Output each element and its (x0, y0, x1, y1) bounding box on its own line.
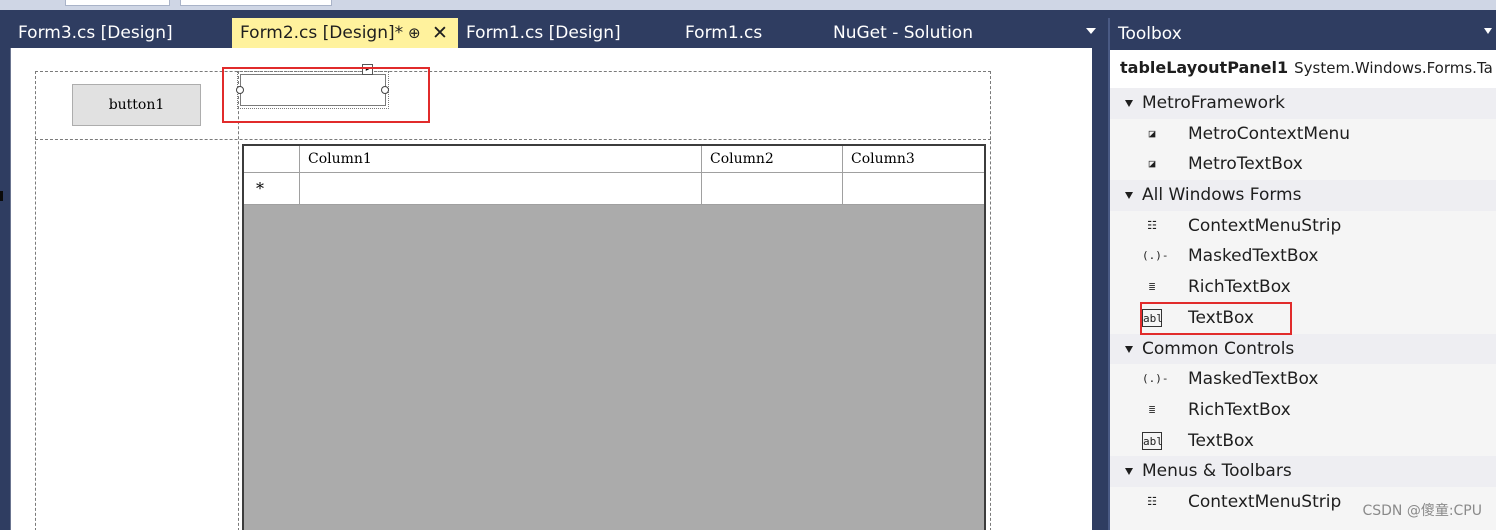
grid-column-header[interactable]: Column3 (843, 146, 984, 172)
textbox-icon: abl (1142, 431, 1163, 450)
toolbox-group[interactable]: Common Controls (1110, 333, 1496, 365)
toolbox-item[interactable]: ◪ MetroContextMenu (1110, 119, 1496, 150)
tab-nuget-solution[interactable]: NuGet - Solution (825, 18, 1005, 48)
toolbox-row-label: Common Controls (1142, 338, 1295, 359)
close-icon[interactable]: ✕ (432, 18, 448, 48)
toolbox-row-label: Menus & Toolbars (1142, 461, 1292, 482)
menu-strip-icon: ☷ (1147, 494, 1157, 508)
selected-control-name: tableLayoutPanel1 (1120, 58, 1289, 77)
toolbox-row-label: MaskedTextBox (1188, 246, 1319, 267)
toolbox-row-label: RichTextBox (1188, 277, 1291, 298)
toolbox-item[interactable]: ≣ RichTextBox (1110, 272, 1496, 303)
toolbar-strip (0, 0, 1496, 10)
toolbox-item[interactable]: (.)- MaskedTextBox (1110, 364, 1496, 395)
watermark: CSDN @傻童:CPU (1362, 503, 1482, 519)
grid-header-row: Column1 Column2 Column3 (244, 146, 984, 173)
toolbox-title: Toolbox (1110, 18, 1496, 50)
collapse-triangle-icon[interactable] (1125, 100, 1133, 107)
grid-column-header[interactable]: Column2 (702, 146, 843, 172)
tab-form1-design[interactable]: Form1.cs [Design] (458, 18, 670, 48)
toolbox-row-label: MaskedTextBox (1188, 369, 1319, 390)
context-menu-icon: ◪ (1148, 157, 1156, 171)
new-row-marker: * (244, 173, 300, 204)
table-layout-row-divider (35, 139, 991, 140)
tab-form1-code[interactable]: Form1.cs (677, 18, 817, 48)
grid-column-header[interactable]: Column1 (300, 146, 702, 172)
toolbox-row-label: RichTextBox (1188, 399, 1291, 420)
grid-cell[interactable] (702, 173, 843, 204)
collapse-triangle-icon[interactable] (1125, 192, 1133, 200)
textbox-toolbox-highlight-box (1140, 302, 1292, 335)
collapse-triangle-icon[interactable] (1125, 468, 1133, 476)
richtextbox-icon: ≣ (1148, 402, 1156, 416)
selected-control-type: System.Windows.Forms.Ta (1294, 59, 1493, 77)
document-tab-well: Form3.cs [Design] Form2.cs [Design]* ⊕ ✕… (0, 10, 1104, 48)
toolbar-combo[interactable] (180, 0, 332, 6)
toolbox-row-label: MetroTextBox (1188, 154, 1303, 175)
toolbox-group[interactable]: Menus & Toolbars (1110, 456, 1496, 487)
textbox-highlight-box (222, 67, 430, 123)
tab-form2-design[interactable]: Form2.cs [Design]* ⊕ ✕ (232, 18, 458, 48)
pin-icon[interactable]: ⊕ (408, 18, 421, 48)
grid-row-header-corner[interactable] (244, 146, 300, 172)
grid-cell[interactable] (300, 173, 702, 204)
selected-control-info: tableLayoutPanel1 System.Windows.Forms.Ta (1110, 50, 1496, 88)
toolbox-item[interactable]: ≣ RichTextBox (1110, 395, 1496, 426)
form-designer-surface[interactable]: button1 ▸ Column1 Column2 Column3 * (10, 48, 1092, 530)
toolbox-row-label: MetroContextMenu (1188, 123, 1351, 144)
tab-form3-design[interactable]: Form3.cs [Design] (10, 18, 232, 48)
masked-textbox-icon: (.)- (1142, 249, 1169, 263)
edge-marker (0, 191, 3, 201)
toolbar-combo[interactable] (65, 0, 170, 6)
tab-list-dropdown-icon[interactable] (1086, 28, 1096, 34)
toolbox-group[interactable]: All Windows Forms (1110, 180, 1496, 211)
toolbox-item[interactable]: ☷ ContextMenuStrip (1110, 211, 1496, 242)
toolbox-row-label: All Windows Forms (1142, 185, 1302, 206)
toolbox-row-label: ContextMenuStrip (1188, 491, 1342, 512)
grid-new-row[interactable]: * (244, 173, 984, 205)
toolbox-item[interactable]: abl TextBox (1110, 426, 1496, 457)
toolbox-options-icon[interactable] (1484, 28, 1492, 34)
grid-cell[interactable] (843, 173, 984, 204)
toolbox-group[interactable]: MetroFramework (1110, 88, 1496, 119)
richtextbox-icon: ≣ (1148, 280, 1156, 294)
context-menu-icon: ◪ (1148, 126, 1156, 140)
menu-strip-icon: ☷ (1147, 218, 1157, 232)
masked-textbox-icon: (.)- (1142, 372, 1169, 386)
collapse-triangle-icon[interactable] (1125, 345, 1133, 353)
button1-control[interactable]: button1 (72, 84, 201, 126)
toolbox-row-label: MetroFramework (1142, 93, 1285, 113)
left-edge (0, 48, 10, 530)
toolbox-row-label: TextBox (1188, 430, 1254, 451)
designer-scroll-gutter (1092, 48, 1104, 530)
toolbox-row-label: ContextMenuStrip (1188, 215, 1342, 236)
datagridview-control[interactable]: Column1 Column2 Column3 * (242, 144, 986, 530)
toolbox-panel: Toolbox tableLayoutPanel1 System.Windows.… (1108, 18, 1496, 530)
toolbox-item[interactable]: (.)- MaskedTextBox (1110, 241, 1496, 272)
toolbox-item[interactable]: ◪ MetroTextBox (1110, 149, 1496, 180)
